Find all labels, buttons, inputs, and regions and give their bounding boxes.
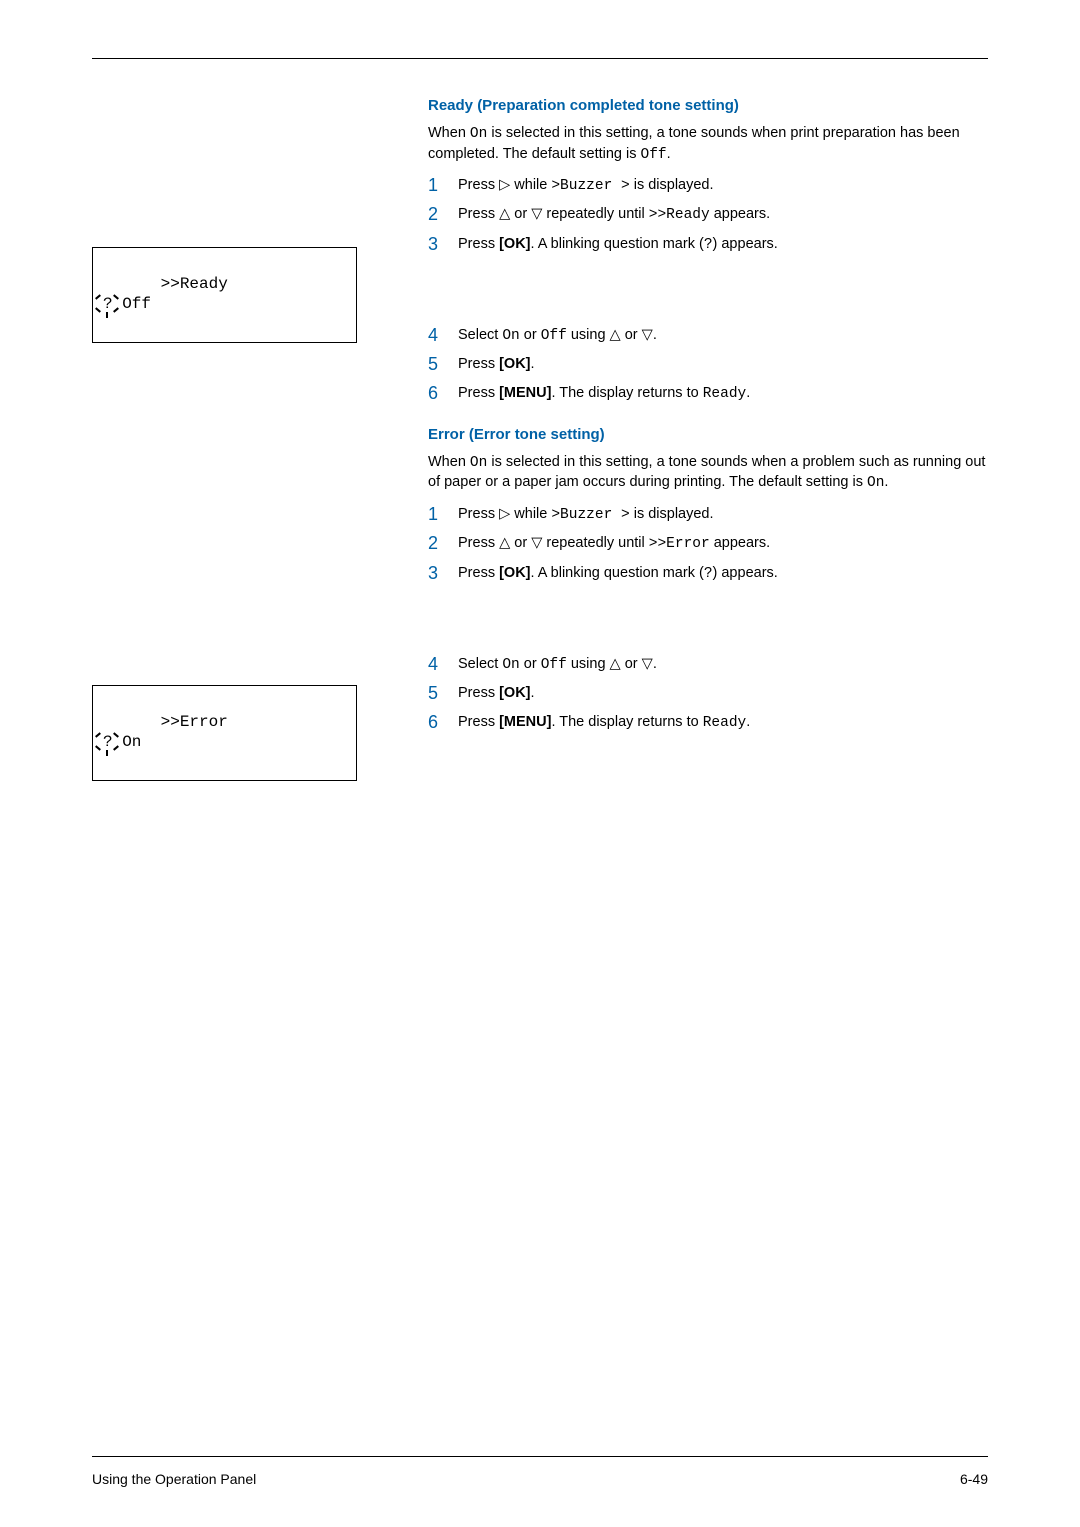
step-3: Press [OK]. A blinking question mark (?)… — [428, 563, 988, 584]
triangle-down-icon: ▽ — [642, 327, 653, 343]
intro-error: When On is selected in this setting, a t… — [428, 453, 988, 494]
steps-ready-1-3: Press ▷ while >Buzzer > is displayed. Pr… — [428, 175, 988, 255]
step-6: Press [MENU]. The display returns to Rea… — [428, 383, 988, 404]
triangle-down-icon: ▽ — [531, 206, 542, 222]
steps-ready-4-6: Select On or Off using △ or ▽. Press [OK… — [428, 325, 988, 404]
display-error-box: >>Error ? On — [92, 685, 357, 781]
display-ready-box: >>Ready ? Off — [92, 247, 357, 343]
triangle-right-icon: ▷ — [499, 177, 510, 193]
blink-cursor: ? — [103, 294, 122, 314]
step-6: Press [MENU]. The display returns to Rea… — [428, 712, 988, 733]
step-5: Press [OK]. — [428, 683, 988, 703]
triangle-up-icon: △ — [610, 656, 621, 672]
steps-error-4-6: Select On or Off using △ or ▽. Press [OK… — [428, 654, 988, 733]
display-ready-line1: >>Ready — [161, 275, 228, 293]
footer-title: Using the Operation Panel — [92, 1471, 256, 1487]
step-5: Press [OK]. — [428, 354, 988, 374]
triangle-up-icon: △ — [499, 535, 510, 551]
intro-ready: When On is selected in this setting, a t… — [428, 124, 988, 165]
step-2: Press △ or ▽ repeatedly until >>Error ap… — [428, 533, 988, 554]
triangle-up-icon: △ — [499, 206, 510, 222]
section-title-ready: Ready (Preparation completed tone settin… — [428, 97, 988, 114]
triangle-right-icon: ▷ — [499, 506, 510, 522]
steps-error-1-3: Press ▷ while >Buzzer > is displayed. Pr… — [428, 504, 988, 584]
step-4: Select On or Off using △ or ▽. — [428, 654, 988, 675]
step-1: Press ▷ while >Buzzer > is displayed. — [428, 504, 988, 525]
blink-cursor: ? — [103, 732, 122, 752]
step-4: Select On or Off using △ or ▽. — [428, 325, 988, 346]
step-2: Press △ or ▽ repeatedly until >>Ready ap… — [428, 204, 988, 225]
display-error-line1: >>Error — [161, 713, 228, 731]
triangle-down-icon: ▽ — [642, 656, 653, 672]
display-ready-line2: Off — [122, 295, 151, 313]
step-3: Press [OK]. A blinking question mark (?)… — [428, 234, 988, 255]
bottom-rule — [92, 1456, 988, 1457]
step-1: Press ▷ while >Buzzer > is displayed. — [428, 175, 988, 196]
triangle-down-icon: ▽ — [531, 535, 542, 551]
page-number: 6-49 — [960, 1471, 988, 1487]
section-title-error: Error (Error tone setting) — [428, 426, 988, 443]
top-rule — [92, 58, 988, 59]
display-error-line2: On — [122, 733, 141, 751]
triangle-up-icon: △ — [610, 327, 621, 343]
page-footer: Using the Operation Panel 6-49 — [92, 1456, 988, 1487]
